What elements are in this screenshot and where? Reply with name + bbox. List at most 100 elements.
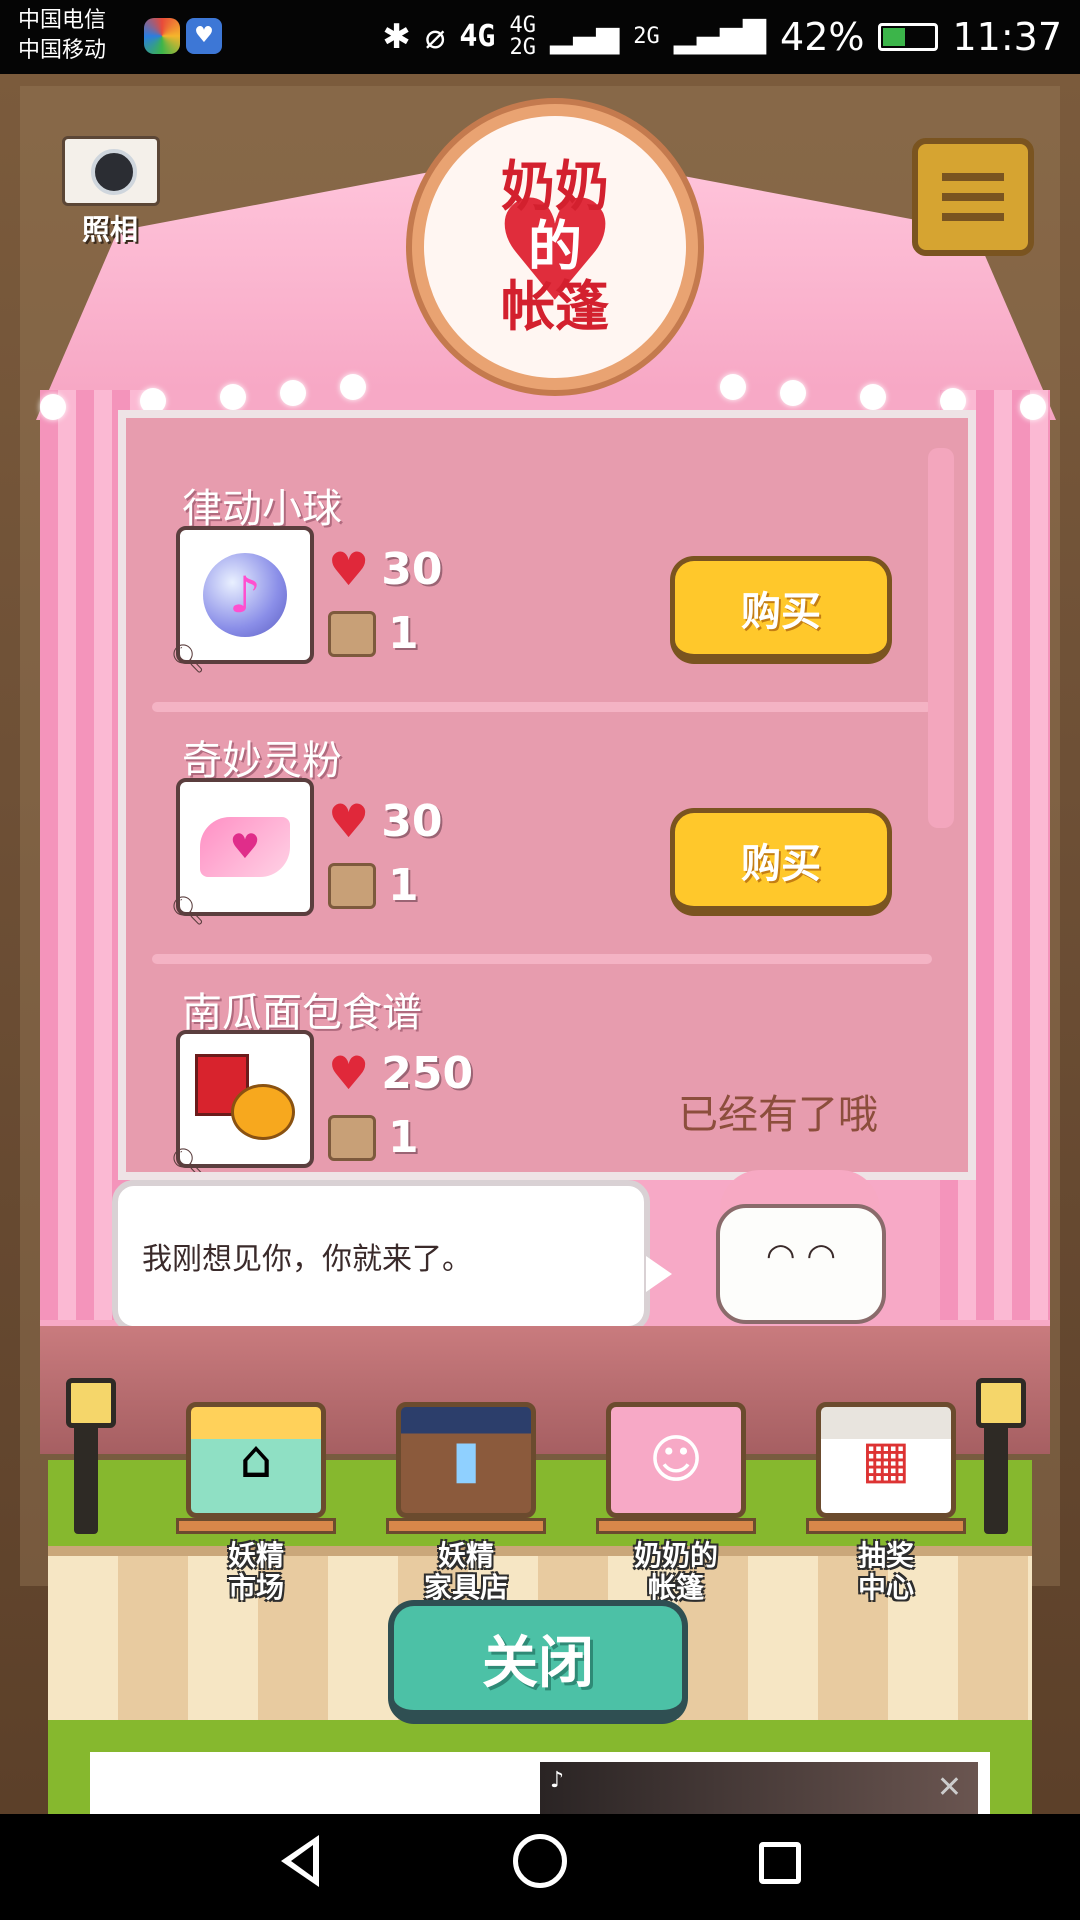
shop-base: [386, 1518, 546, 1534]
clock: 11:37: [952, 15, 1062, 59]
battery-percent: 42%: [780, 15, 865, 59]
title-line-2: 的: [528, 215, 582, 278]
box-icon: [328, 862, 376, 909]
shop-item: 奇妙灵粉 ♥ 🔍︎ ♥ 30 1 购买: [152, 728, 932, 968]
shop-label: 妖精 市场: [227, 1539, 284, 1604]
magic-powder-icon: ♥: [200, 817, 290, 877]
box-price-value: 1: [388, 1112, 419, 1163]
magnifier-icon: 🔍︎: [170, 642, 206, 675]
grandma-character: ◠ ◠: [700, 1170, 900, 1330]
buy-button[interactable]: 购买: [670, 808, 892, 916]
shop-label: 妖精 家具店: [423, 1539, 508, 1604]
item-divider: [152, 702, 932, 712]
ad-close-icon[interactable]: ✕: [937, 1770, 962, 1805]
heart-price: ♥ 30: [328, 542, 442, 596]
camera-icon: [62, 136, 160, 206]
shop-item: 律动小球 ♪ 🔍︎ ♥ 30 1 购买: [152, 476, 932, 716]
ad-video-thumbnail[interactable]: ♪ ✕: [540, 1762, 978, 1814]
heart-icon: ♥: [328, 794, 370, 848]
dialog-bubble: 我刚想见你，你就来了。: [112, 1180, 650, 1332]
recents-button[interactable]: [740, 1837, 820, 1897]
tent-title-badge: ♥ 奶奶 的 帐篷: [412, 104, 698, 390]
shop-nav-fairy-market[interactable]: ⌂ 妖精 市场: [176, 1402, 336, 1604]
fairy-market-icon: ⌂: [186, 1402, 326, 1518]
camera-label: 照相: [81, 213, 138, 246]
light-bulb: [220, 384, 246, 410]
status-indicators: ✱ ⌀ 4G 4G 2G ▂▄▆ 2G ▂▄▆█ 42% 11:37: [382, 10, 1062, 64]
box-price: 1: [328, 1112, 419, 1163]
shop-base: [806, 1518, 966, 1534]
vibrate-off-icon: ⌀: [424, 17, 446, 57]
fairy-furniture-store-icon: ▮: [396, 1402, 536, 1518]
shop-nav-furniture-store[interactable]: ▮ 妖精 家具店: [386, 1402, 546, 1604]
light-bulb: [40, 394, 66, 420]
heart-price-value: 30: [381, 543, 443, 595]
camera-lens: [91, 149, 137, 195]
carrier-label-2: 中国移动: [18, 38, 107, 63]
light-bulb: [780, 380, 806, 406]
grandma-tent-icon: ☺: [606, 1402, 746, 1518]
heart-icon: ♥: [328, 542, 370, 596]
title-line-1: 奶奶: [501, 155, 609, 218]
system-nav-bar: [0, 1814, 1080, 1920]
shop-base: [176, 1518, 336, 1534]
shop-label: 抽奖 中心: [857, 1539, 914, 1604]
lottery-center-icon: ▦: [816, 1402, 956, 1518]
street-lamp-icon: [66, 1378, 116, 1534]
box-price-value: 1: [388, 608, 419, 659]
menu-icon-bar: [942, 173, 1004, 181]
shop-item: 南瓜面包食谱 🔍︎ ♥ 250 1 已经有了哦: [152, 980, 932, 1172]
scrollbar[interactable]: [928, 448, 954, 828]
carrier-label-1: 中国电信: [18, 8, 107, 33]
network-type-2-bottom: 2G: [509, 35, 537, 60]
back-icon: [281, 1834, 319, 1887]
heart-price: ♥ 30: [328, 794, 442, 848]
street-lamp-icon: [976, 1378, 1026, 1534]
item-divider: [152, 954, 932, 964]
signal-icon-2: ▂▄▆█: [673, 19, 767, 55]
menu-icon-bar: [942, 193, 1004, 201]
light-bulb: [1020, 394, 1046, 420]
camera-button[interactable]: 照相: [62, 136, 160, 246]
box-price: 1: [328, 608, 419, 659]
status-bar: 中国电信 中国移动 ♥ ✱ ⌀ 4G 4G 2G ▂▄▆ 2G ▂▄▆█ 42%…: [0, 0, 1080, 74]
magnifier-icon: 🔍︎: [170, 1146, 206, 1172]
heart-icon: ♥: [328, 1046, 370, 1100]
network-type-3: 2G: [633, 24, 660, 49]
back-button[interactable]: [260, 1834, 340, 1900]
menu-icon-bar: [942, 213, 1004, 221]
tiktok-icon: ♪: [550, 1768, 565, 1793]
bluetooth-icon: ✱: [382, 17, 411, 57]
shop-base: [596, 1518, 756, 1534]
box-price-value: 1: [388, 860, 419, 911]
shop-nav-grandma-tent[interactable]: ☺ 奶奶的 帐篷: [596, 1402, 756, 1604]
light-bulb: [860, 384, 886, 410]
home-icon: [513, 1833, 567, 1888]
menu-button[interactable]: [912, 138, 1034, 256]
recents-icon: [759, 1842, 801, 1884]
close-button[interactable]: 关闭: [388, 1600, 688, 1724]
box-price: 1: [328, 860, 419, 911]
box-icon: [328, 610, 376, 657]
light-bulb: [340, 374, 366, 400]
home-button[interactable]: [500, 1833, 580, 1901]
light-bulb: [280, 380, 306, 406]
app-notification-icon: [144, 18, 180, 54]
health-notification-icon: ♥: [186, 18, 222, 54]
title-line-3: 帐篷: [501, 275, 609, 338]
dialog-bubble-tail: [646, 1256, 672, 1292]
box-icon: [328, 1114, 376, 1161]
shop-nav-lottery-center[interactable]: ▦ 抽奖 中心: [806, 1402, 966, 1604]
shop-item-list[interactable]: 律动小球 ♪ 🔍︎ ♥ 30 1 购买 奇妙灵粉 ♥ 🔍︎ ♥ 30 1 购买: [126, 418, 968, 1172]
battery-icon: [878, 23, 939, 51]
light-bulb: [720, 374, 746, 400]
network-type-2: 4G 2G: [510, 15, 537, 59]
pumpkin-bread-recipe-icon: [195, 1054, 295, 1144]
signal-icon: ▂▄▆: [550, 19, 620, 55]
buy-button[interactable]: 购买: [670, 556, 892, 664]
heart-price: ♥ 250: [328, 1046, 473, 1100]
grandma-face-icon: ◠ ◠: [716, 1204, 886, 1324]
network-type-1: 4G: [459, 19, 496, 54]
magnifier-icon: 🔍︎: [170, 894, 206, 927]
heart-price-value: 30: [381, 795, 443, 847]
